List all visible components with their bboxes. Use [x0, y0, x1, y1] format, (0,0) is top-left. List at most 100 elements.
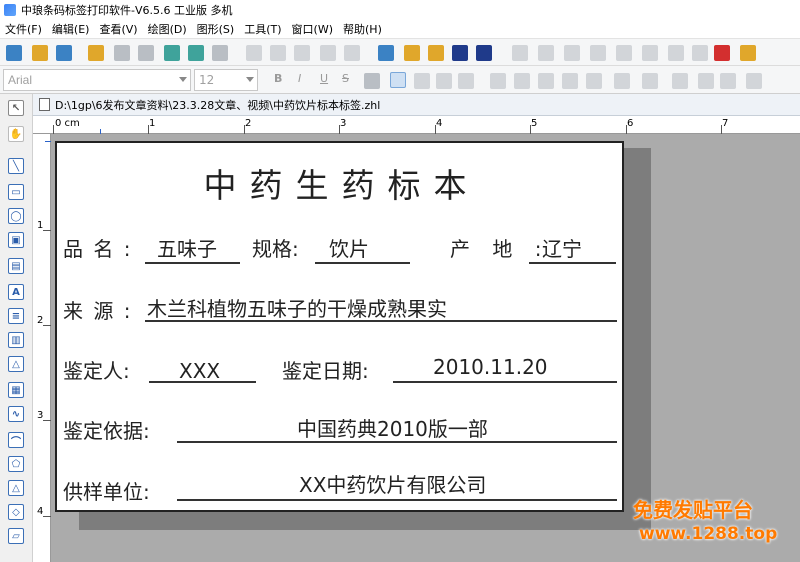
date-label[interactable]: 鉴定日期: — [282, 355, 369, 384]
origin-label[interactable]: 产 地 : — [450, 233, 549, 262]
identifier-value[interactable]: XXX — [179, 359, 220, 383]
bring-front-icon[interactable] — [616, 45, 632, 61]
ruler-number: 7 — [722, 118, 729, 129]
layout-icon[interactable] — [746, 73, 762, 89]
ellipse-icon[interactable]: ◯ — [8, 208, 24, 224]
barcode-icon[interactable]: ▥ — [8, 332, 24, 348]
font-name-select[interactable]: Arial — [3, 69, 191, 91]
ruler-tick — [626, 125, 627, 134]
calculator-icon[interactable] — [740, 45, 756, 61]
ungroup-icon[interactable] — [538, 45, 554, 61]
settings-icon[interactable] — [88, 45, 104, 61]
grid-icon[interactable] — [212, 45, 228, 61]
basis-label[interactable]: 鉴定依据: — [63, 415, 150, 444]
hand-icon[interactable]: ✋ — [8, 126, 24, 142]
paste-icon[interactable] — [294, 45, 310, 61]
zoom-in-icon[interactable] — [404, 45, 420, 61]
same-height-icon[interactable] — [642, 73, 658, 89]
menu-tools[interactable]: 工具(T) — [239, 21, 286, 37]
zoom-out-icon[interactable] — [428, 45, 444, 61]
supplier-value[interactable]: XX中药饮片有限公司 — [299, 469, 486, 498]
line-icon[interactable]: ╲ — [8, 158, 24, 174]
shape-icon[interactable]: △ — [8, 356, 24, 372]
distribute-v-icon[interactable] — [514, 73, 530, 89]
group-icon[interactable] — [512, 45, 528, 61]
send-back-icon[interactable] — [642, 45, 658, 61]
image-icon[interactable]: ▣ — [8, 232, 24, 248]
menu-view[interactable]: 查看(V) — [94, 21, 142, 37]
picture-icon[interactable]: ▤ — [8, 258, 24, 274]
bold-button[interactable]: B — [274, 72, 282, 85]
align-left-icon[interactable] — [390, 72, 406, 88]
rotate-icon[interactable] — [668, 45, 684, 61]
polygon-icon[interactable]: ⬠ — [8, 456, 24, 472]
database-icon[interactable] — [164, 45, 180, 61]
name-value[interactable]: 五味子 — [157, 233, 217, 262]
source-value[interactable]: 木兰科植物五味子的干燥成熟果实 — [147, 293, 447, 322]
align-bottom-icon[interactable] — [586, 73, 602, 89]
spec-label[interactable]: 规格: — [252, 233, 299, 262]
triangle-icon[interactable]: △ — [8, 480, 24, 496]
lock-icon[interactable] — [564, 45, 580, 61]
print-preview-icon[interactable] — [138, 45, 154, 61]
zoom-icon[interactable] — [378, 45, 394, 61]
pdf-icon[interactable] — [714, 45, 730, 61]
source-label[interactable]: 来 源 : — [63, 295, 132, 324]
case-icon[interactable] — [364, 73, 380, 89]
document-tab[interactable]: D:\1gp\6发布文章资料\23.3.28文章、视频\中药饮片标本标签.zhl — [33, 94, 800, 116]
basis-value[interactable]: 中国药典2010版一部 — [297, 413, 488, 442]
flip-icon[interactable] — [692, 45, 708, 61]
undo-icon[interactable] — [320, 45, 336, 61]
print-icon[interactable] — [114, 45, 130, 61]
date-value[interactable]: 2010.11.20 — [433, 355, 548, 379]
menu-shape[interactable]: 图形(S) — [192, 21, 240, 37]
identifier-label[interactable]: 鉴定人: — [63, 355, 130, 384]
diamond-icon[interactable]: ◇ — [8, 504, 24, 520]
justify-icon[interactable] — [458, 73, 474, 89]
label-title[interactable]: 中药生药标本 — [57, 159, 626, 207]
arc-icon[interactable]: ⌒ — [8, 432, 24, 448]
data-source-icon[interactable] — [188, 45, 204, 61]
supplier-label[interactable]: 供样单位: — [63, 476, 150, 505]
menu-draw[interactable]: 绘图(D) — [143, 21, 192, 37]
copy-icon[interactable] — [270, 45, 286, 61]
pointer-icon[interactable]: ↖ — [8, 100, 24, 116]
align-right-icon[interactable] — [436, 73, 452, 89]
menu-help[interactable]: 帮助(H) — [338, 21, 387, 37]
align-center-icon[interactable] — [414, 73, 430, 89]
cut-icon[interactable] — [246, 45, 262, 61]
label-page[interactable]: 中药生药标本 品 名 : 五味子 规格: 饮片 产 地 : 辽宁 来 源 : 木… — [55, 141, 624, 512]
parallelogram-icon[interactable]: ▱ — [8, 528, 24, 544]
name-label[interactable]: 品 名 : — [63, 233, 132, 262]
open-folder-icon[interactable] — [32, 45, 48, 61]
menu-edit[interactable]: 编辑(E) — [47, 21, 95, 37]
font-size-select[interactable]: 12 — [194, 69, 258, 91]
same-width-icon[interactable] — [614, 73, 630, 89]
table-icon[interactable]: ▦ — [8, 382, 24, 398]
align-middle-icon[interactable] — [562, 73, 578, 89]
redo-icon[interactable] — [344, 45, 360, 61]
align-top-icon[interactable] — [538, 73, 554, 89]
center-page-icon[interactable] — [720, 73, 736, 89]
new-file-icon[interactable] — [6, 45, 22, 61]
align-objects-icon[interactable] — [590, 45, 606, 61]
paragraph-icon[interactable]: ≡ — [8, 308, 24, 324]
menu-window[interactable]: 窗口(W) — [287, 21, 338, 37]
save-icon[interactable] — [56, 45, 72, 61]
spacing-icon[interactable] — [698, 73, 714, 89]
fit-page-icon[interactable] — [452, 45, 468, 61]
same-size-icon[interactable] — [672, 73, 688, 89]
menu-file[interactable]: 文件(F) — [0, 21, 47, 37]
text-icon[interactable]: A — [8, 284, 24, 300]
origin-value[interactable]: 辽宁 — [542, 233, 582, 262]
underline-button[interactable]: U — [320, 72, 328, 85]
ruler-tick — [43, 420, 51, 421]
strikethrough-button[interactable]: S — [342, 72, 349, 85]
actual-size-icon[interactable] — [476, 45, 492, 61]
spec-value[interactable]: 饮片 — [329, 233, 369, 262]
drawing-tools-panel: ↖ ✋ ╲ ▭ ◯ ▣ ▤ A ≡ ▥ △ ▦ ∿ ⌒ ⬠ △ ◇ ▱ — [0, 94, 33, 562]
distribute-h-icon[interactable] — [490, 73, 506, 89]
italic-button[interactable]: I — [298, 72, 301, 85]
rectangle-icon[interactable]: ▭ — [8, 184, 24, 200]
curve-icon[interactable]: ∿ — [8, 406, 24, 422]
